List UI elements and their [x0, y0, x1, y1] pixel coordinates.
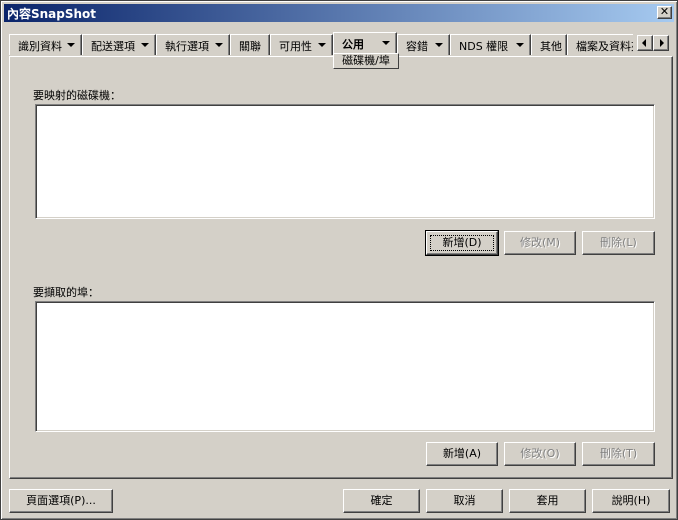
tab-label: 可用性 — [279, 40, 312, 53]
chevron-down-icon[interactable] — [435, 43, 443, 47]
modify-drive-label: 修改(M) — [519, 236, 561, 249]
apply-button[interactable]: 套用 — [509, 489, 586, 513]
ok-button[interactable]: 確定 — [343, 489, 420, 513]
tab-strip: 識別資料 配送選項 執行選項 關聯 可用性 公用 容錯 NDS 權限 其他 檔案… — [9, 32, 633, 56]
chevron-down-icon[interactable] — [318, 43, 326, 47]
title-bar[interactable]: 內容SnapShot ✕ — [4, 4, 674, 22]
tab-identification[interactable]: 識別資料 — [9, 34, 82, 55]
tab-label: 識別資料 — [18, 40, 62, 53]
arrow-right-icon — [660, 39, 664, 47]
modify-port-button[interactable]: 修改(O) — [504, 442, 576, 466]
window-title: 內容SnapShot — [7, 7, 97, 21]
cancel-label: 取消 — [453, 494, 476, 507]
tab-label: 其他 — [540, 40, 562, 53]
drives-label: 要映射的磁碟機： — [33, 89, 121, 102]
ok-label: 確定 — [370, 494, 393, 507]
chevron-down-icon[interactable] — [67, 43, 75, 47]
tab-label: NDS 權限 — [459, 40, 509, 53]
cancel-button[interactable]: 取消 — [426, 489, 503, 513]
chevron-down-icon[interactable] — [141, 43, 149, 47]
add-port-label: 新增(A) — [442, 447, 482, 460]
chevron-down-icon[interactable] — [215, 43, 223, 47]
help-label: 說明(H) — [611, 494, 651, 507]
tab-label: 配送選項 — [91, 40, 135, 53]
modify-port-label: 修改(O) — [520, 447, 560, 460]
page-options-button[interactable]: 頁面選項(P)... — [9, 489, 113, 513]
ports-label: 要擷取的埠： — [33, 286, 99, 299]
tab-label: 檔案及資料夾 — [576, 40, 633, 53]
drives-list[interactable] — [35, 104, 655, 219]
tab-files-and-folders[interactable]: 檔案及資料夾 — [567, 34, 633, 55]
tab-label: 公用 — [342, 38, 364, 51]
arrow-left-icon — [642, 39, 646, 47]
tab-label: 容錯 — [406, 40, 428, 53]
delete-drive-label: 刪除(L) — [600, 236, 637, 249]
subtab-drives-ports[interactable]: 磁碟機/埠 — [333, 53, 399, 69]
help-button[interactable]: 說明(H) — [592, 489, 670, 513]
page-options-label: 頁面選項(P)... — [26, 494, 96, 507]
focus-rect — [430, 235, 494, 251]
tab-fault-tolerance[interactable]: 容錯 — [397, 34, 450, 55]
delete-port-label: 刪除(T) — [599, 447, 638, 460]
close-icon: ✕ — [659, 5, 670, 18]
tab-label: 執行選項 — [165, 40, 209, 53]
tab-availability[interactable]: 可用性 — [270, 34, 333, 55]
properties-dialog: 內容SnapShot ✕ 識別資料 配送選項 執行選項 關聯 可用性 公用 容錯… — [0, 0, 678, 520]
chevron-down-icon[interactable] — [516, 43, 524, 47]
tab-run-options[interactable]: 執行選項 — [156, 34, 230, 55]
tab-nds-rights[interactable]: NDS 權限 — [450, 34, 531, 55]
tab-scroll-left-button[interactable] — [637, 35, 653, 51]
tab-other[interactable]: 其他 — [531, 34, 567, 55]
tab-label: 關聯 — [239, 40, 261, 53]
delete-drive-button[interactable]: 刪除(L) — [582, 231, 655, 255]
tab-scroll-arrows — [637, 35, 669, 51]
add-port-button[interactable]: 新增(A) — [426, 442, 498, 466]
apply-label: 套用 — [536, 494, 559, 507]
add-drive-button[interactable]: 新增(D) — [425, 230, 499, 256]
delete-port-button[interactable]: 刪除(T) — [582, 442, 655, 466]
tab-scroll-right-button[interactable] — [653, 35, 669, 51]
chevron-down-icon[interactable] — [382, 41, 390, 45]
ports-list[interactable] — [35, 301, 655, 432]
tab-distribution-options[interactable]: 配送選項 — [82, 34, 156, 55]
close-button[interactable]: ✕ — [657, 6, 672, 19]
tab-associations[interactable]: 關聯 — [230, 34, 270, 55]
modify-drive-button[interactable]: 修改(M) — [504, 231, 576, 255]
